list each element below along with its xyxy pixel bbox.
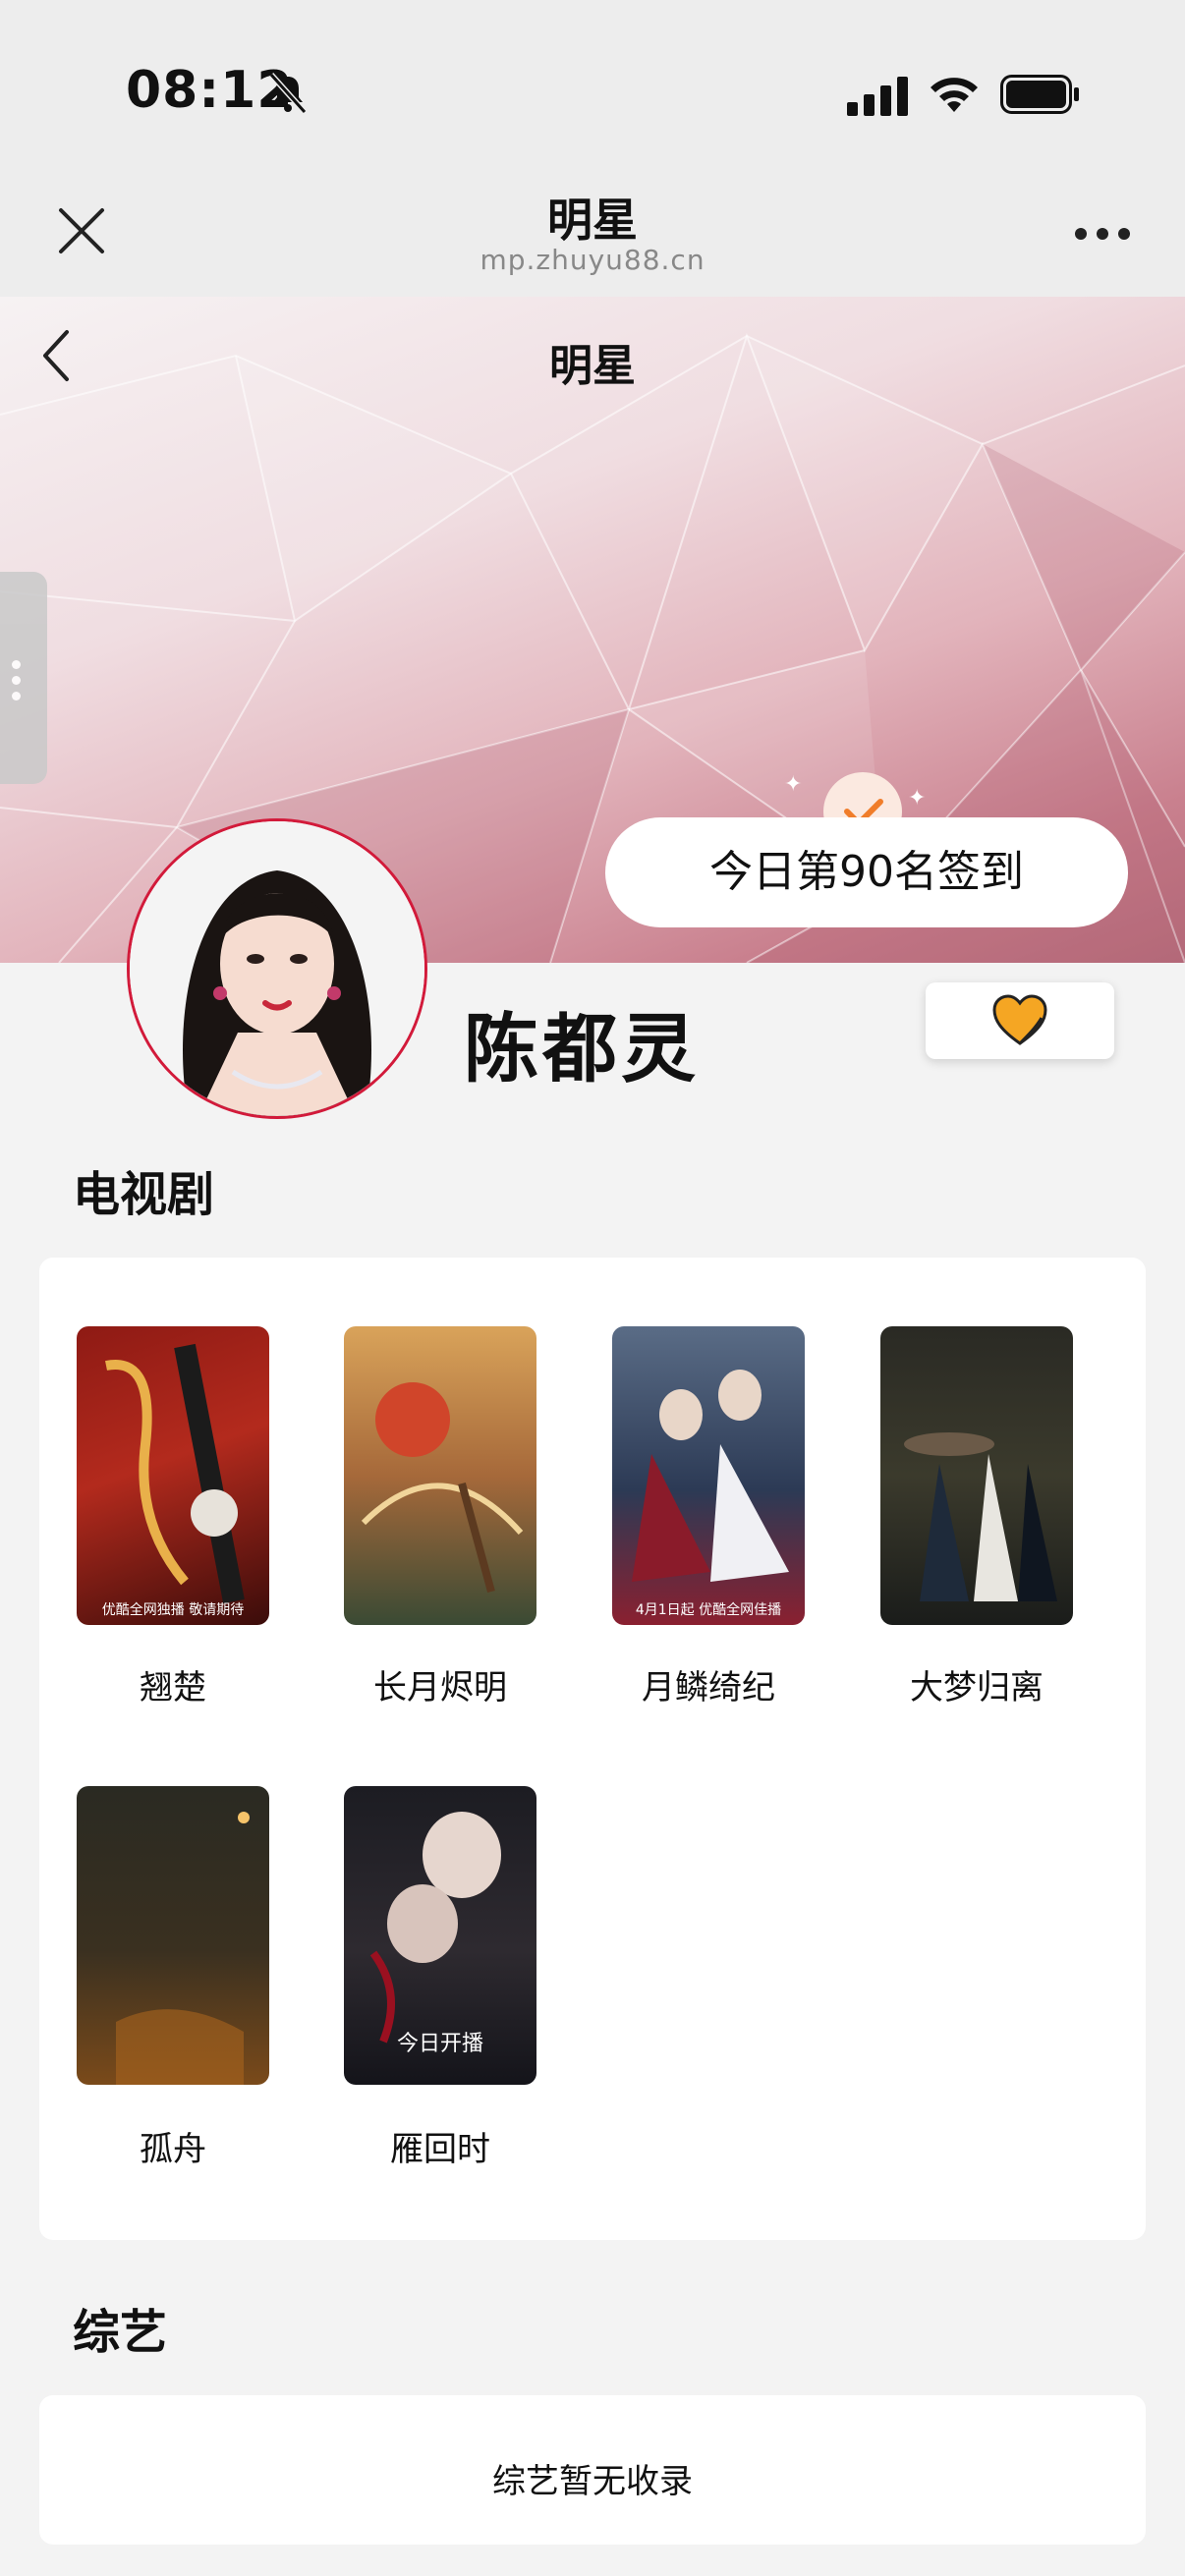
poster-title[interactable]: 雁回时 — [322, 2122, 558, 2170]
poster-title[interactable]: 大梦归离 — [859, 1660, 1095, 1708]
battery-icon — [1000, 75, 1079, 114]
poster-art — [116, 1812, 250, 2085]
avatar-portrait — [130, 821, 424, 1116]
poster-title[interactable]: 月鳞绮纪 — [591, 1660, 826, 1708]
poster-caption: 4月1日起 优酷全网佳播 — [635, 1602, 782, 1618]
poster-caption: 今日开播 — [396, 2032, 483, 2056]
poster-title[interactable]: 长月烬明 — [322, 1660, 558, 1708]
variety-section-title: 综艺 — [73, 2305, 168, 2360]
poster-art — [361, 1382, 524, 1594]
poster-guzhou[interactable] — [77, 1786, 269, 2085]
tv-section-card: 优酷全网独播 敬请期待 翘楚 长月烬明 4月1日起 优酷全网佳播 月鳞绮纪 大梦… — [39, 1258, 1146, 2240]
poster-caption: 优酷全网独播 敬请期待 — [101, 1602, 245, 1618]
poster-dameng-guili[interactable] — [880, 1326, 1073, 1625]
star-name: 陈都灵 — [464, 1005, 700, 1092]
status-bar: 08:12 — [0, 0, 1185, 167]
more-icon[interactable] — [1073, 226, 1132, 242]
poster-art — [105, 1343, 245, 1604]
tv-section-title: 电视剧 — [73, 1167, 215, 1222]
signal-icon — [847, 77, 908, 116]
variety-section-card: 综艺暂无收录 — [39, 2395, 1146, 2545]
side-drawer-handle[interactable] — [0, 572, 47, 784]
mini-program-domain: mp.zhuyu88.cn — [480, 244, 705, 276]
mini-program-bar: 明星 mp.zhuyu88.cn — [0, 167, 1185, 297]
poster-art — [632, 1370, 789, 1582]
avatar — [127, 818, 427, 1119]
sparkle-decoration: ✦ — [908, 786, 927, 811]
poster-title[interactable]: 翘楚 — [55, 1660, 291, 1708]
poster-qiaochu[interactable]: 优酷全网独播 敬请期待 — [77, 1326, 269, 1625]
sparkle-decoration: ✦ — [784, 772, 803, 797]
favorite-button[interactable] — [926, 982, 1114, 1059]
poster-art — [904, 1432, 1057, 1601]
mini-program-title: 明星 — [547, 194, 638, 247]
poster-yanhuishi[interactable]: 今日开播 — [344, 1786, 536, 2085]
bell-slash-icon — [268, 72, 308, 115]
variety-empty-text: 综艺暂无收录 — [492, 2462, 693, 2501]
page-title: 明星 — [549, 341, 636, 391]
wifi-icon — [931, 78, 978, 112]
poster-title[interactable]: 孤舟 — [55, 2122, 291, 2170]
poster-changyuejinming[interactable] — [344, 1326, 536, 1625]
poster-yuelinqiji[interactable]: 4月1日起 优酷全网佳播 — [612, 1326, 805, 1625]
checkin-button[interactable]: 今日第90名签到 — [605, 817, 1128, 927]
heart-icon — [992, 994, 1047, 1045]
